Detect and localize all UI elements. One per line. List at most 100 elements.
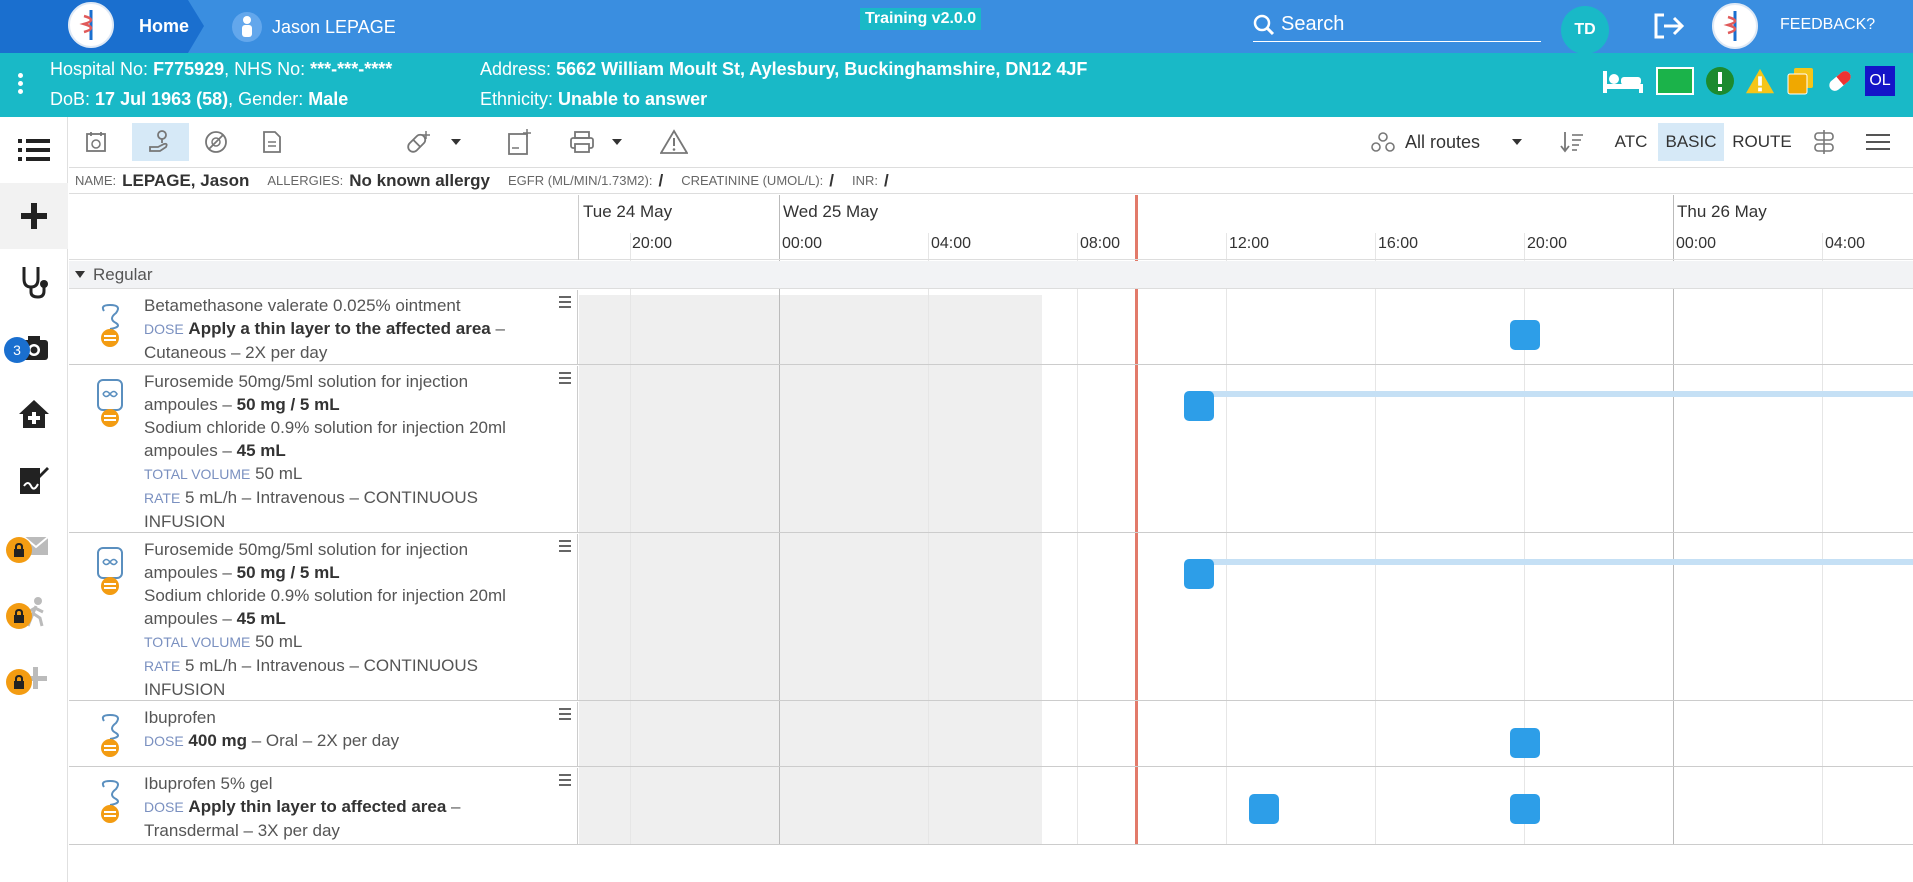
total-volume-label: TOTAL VOLUME <box>144 466 251 482</box>
split-icon[interactable] <box>1809 123 1839 161</box>
hour-label: 16:00 <box>1378 235 1419 252</box>
patient-name: Jason LEPAGE <box>272 16 396 37</box>
row-menu-icon[interactable] <box>559 372 571 384</box>
medication-info[interactable]: Ibuprofen DOSE 400 mg – Oral – 2X per da… <box>69 702 578 766</box>
medication-info[interactable]: Betamethasone valerate 0.025% ointment D… <box>69 290 578 364</box>
stethoscope-icon[interactable] <box>0 249 68 315</box>
add-lock-icon[interactable] <box>0 645 68 711</box>
egfr-label: EGFR (ML/MIN/1.73M2): <box>508 173 653 188</box>
diluent-line: Sodium chloride 0.9% solution for inject… <box>144 418 506 460</box>
collapse-triangle-icon[interactable] <box>75 271 85 278</box>
transdermal-medication-icon <box>93 778 127 824</box>
hospital-no-label: Hospital No: <box>50 59 149 79</box>
signature-icon[interactable] <box>0 447 68 513</box>
sort-icon[interactable] <box>1557 123 1587 161</box>
row-menu-icon[interactable] <box>559 708 571 720</box>
feedback-logo[interactable] <box>1712 3 1758 49</box>
routes-icon <box>1371 132 1395 152</box>
medication-strength: 50 mg / 5 mL <box>236 563 340 582</box>
scheduled-dose[interactable] <box>1510 320 1540 350</box>
ethnicity-line: Ethnicity: Unable to answer <box>480 89 707 110</box>
banner-menu-icon[interactable] <box>18 73 24 94</box>
reference-icon[interactable] <box>505 123 535 161</box>
green-square-icon[interactable] <box>1655 66 1695 96</box>
hour-label: 08:00 <box>1080 235 1121 252</box>
home-link[interactable]: Home <box>139 16 189 37</box>
diluent-volume: 45 mL <box>236 609 286 628</box>
medication-row[interactable]: Ibuprofen 5% gel DOSE Apply thin layer t… <box>69 768 1913 845</box>
infusion-duration-bar[interactable] <box>1201 559 1913 565</box>
document-icon[interactable] <box>257 123 287 161</box>
medication-row[interactable]: Furosemide 50mg/5ml solution for injecti… <box>69 534 1913 701</box>
chevron-down-icon[interactable] <box>449 123 463 161</box>
scheduled-dose[interactable] <box>1249 794 1279 824</box>
group-regular[interactable]: Regular <box>69 261 1913 289</box>
infusion-start[interactable] <box>1184 391 1214 421</box>
lock-icon <box>6 603 32 629</box>
hospital-line: Hospital No: F775929, NHS No: ***-***-**… <box>50 59 393 79</box>
feedback-button[interactable]: FEEDBACK? <box>1780 16 1875 34</box>
search-placeholder: Search <box>1281 13 1345 35</box>
patient-tab[interactable]: Jason LEPAGE <box>232 12 396 42</box>
plus-icon[interactable] <box>0 183 68 249</box>
row-menu-icon[interactable] <box>559 774 571 786</box>
walking-lock-icon[interactable] <box>0 579 68 645</box>
row-menu-icon[interactable] <box>559 540 571 552</box>
ol-badge[interactable]: OL <box>1865 66 1895 96</box>
allergies-value: No known allergy <box>349 170 491 190</box>
warning-outline-icon[interactable] <box>659 123 689 161</box>
print-icon[interactable] <box>567 123 597 161</box>
medication-info[interactable]: Furosemide 50mg/5ml solution for injecti… <box>69 366 578 532</box>
creatinine-value: / <box>829 170 835 190</box>
gender: Male <box>308 89 349 109</box>
routes-label: All routes <box>1405 131 1481 152</box>
total-volume-value: 50 mL <box>255 464 303 483</box>
user-avatar[interactable]: TD <box>1561 6 1609 54</box>
medication-row[interactable]: Betamethasone valerate 0.025% ointment D… <box>69 290 1913 365</box>
search-input[interactable]: Search <box>1253 8 1541 42</box>
routes-dropdown[interactable]: All routes <box>1371 123 1521 161</box>
bed-icon[interactable] <box>1601 66 1645 96</box>
mail-lock-icon[interactable] <box>0 513 68 579</box>
search-icon <box>1253 14 1275 35</box>
camera-icon[interactable]: 3 <box>0 315 68 381</box>
administer-icon[interactable] <box>132 123 189 161</box>
medication-info[interactable]: Furosemide 50mg/5ml solution for injecti… <box>69 534 578 700</box>
cancel-circle-icon[interactable] <box>201 123 231 161</box>
scheduled-dose[interactable] <box>1510 794 1540 824</box>
medication-row[interactable]: Ibuprofen DOSE 400 mg – Oral – 2X per da… <box>69 702 1913 767</box>
logout-icon[interactable] <box>1652 11 1686 41</box>
medication-row[interactable]: Furosemide 50mg/5ml solution for injecti… <box>69 366 1913 533</box>
app-logo[interactable] <box>68 2 114 48</box>
infusion-duration-bar[interactable] <box>1201 391 1913 397</box>
menu-icon[interactable] <box>26 16 54 36</box>
medication-info[interactable]: Ibuprofen 5% gel DOSE Apply thin layer t… <box>69 768 578 844</box>
warning-icon[interactable] <box>1745 66 1775 96</box>
camera-badge: 3 <box>4 337 30 363</box>
pill-icon[interactable] <box>1825 66 1855 96</box>
chevron-down-icon[interactable] <box>1510 123 1524 161</box>
patient-info-row: NAME: LEPAGE, Jason ALLERGIES: No known … <box>69 168 1913 194</box>
row-menu-icon[interactable] <box>559 296 571 308</box>
ethnicity-label: Ethnicity: <box>480 89 554 109</box>
calendar-icon[interactable] <box>81 123 111 161</box>
documents-icon[interactable] <box>1785 66 1815 96</box>
route-button[interactable]: ROUTE <box>1729 123 1795 161</box>
scheduled-dose[interactable] <box>1510 728 1540 758</box>
chevron-down-icon[interactable] <box>610 123 624 161</box>
dose-label: DOSE <box>144 321 184 337</box>
more-menu-icon[interactable] <box>1863 123 1893 161</box>
training-badge: Training v2.0.0 <box>860 8 982 30</box>
add-medication-icon[interactable] <box>403 123 433 161</box>
hour-label: 20:00 <box>632 235 673 252</box>
diluent-line: Sodium chloride 0.9% solution for inject… <box>144 586 506 628</box>
gender-label: Gender: <box>238 89 304 109</box>
home-medical-icon[interactable] <box>0 381 68 447</box>
atc-button[interactable]: ATC <box>1609 123 1653 161</box>
list-icon[interactable] <box>0 117 68 183</box>
alert-circle-icon[interactable] <box>1705 66 1735 96</box>
basic-button[interactable]: BASIC <box>1658 123 1724 161</box>
infusion-bag-icon <box>93 546 127 595</box>
dose-value: 400 mg <box>188 731 248 750</box>
infusion-start[interactable] <box>1184 559 1214 589</box>
